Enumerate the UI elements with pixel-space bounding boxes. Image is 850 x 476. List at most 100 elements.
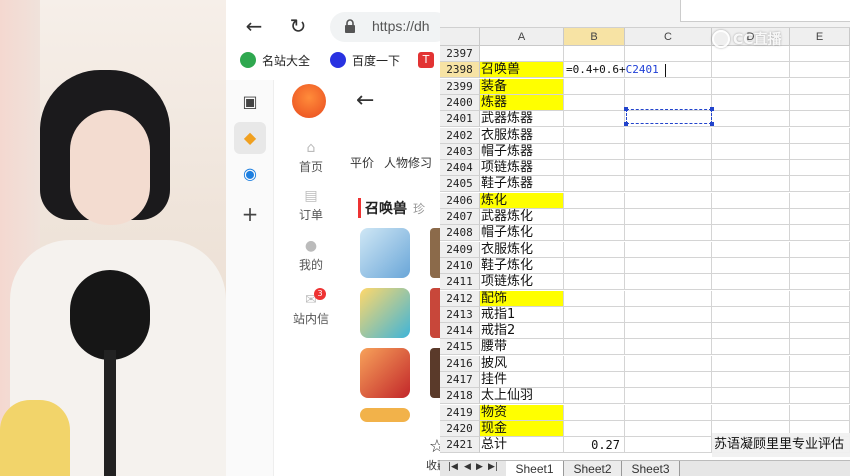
cell-e[interactable] xyxy=(790,62,850,78)
cell-e[interactable] xyxy=(790,372,850,388)
row-header[interactable]: 2398 xyxy=(440,62,480,78)
section-more[interactable]: 珍 xyxy=(413,202,425,216)
cell-d[interactable] xyxy=(712,62,790,78)
column-header-c[interactable]: C xyxy=(625,28,712,46)
cell-d[interactable] xyxy=(712,209,790,225)
cell-a[interactable]: 戒指1 xyxy=(480,307,564,323)
cell-d[interactable] xyxy=(712,95,790,111)
cell-d[interactable] xyxy=(712,160,790,176)
cell-c[interactable] xyxy=(625,274,712,290)
pet-thumbnail-partial[interactable] xyxy=(430,348,440,398)
cell-a[interactable]: 鞋子炼器 xyxy=(480,176,564,192)
cell-a[interactable]: 现金 xyxy=(480,421,564,437)
cell-d[interactable] xyxy=(712,193,790,209)
cell-d[interactable] xyxy=(712,144,790,160)
cell-c[interactable] xyxy=(625,225,712,241)
row-header[interactable]: 2413 xyxy=(440,307,480,323)
selection-handle[interactable] xyxy=(624,122,628,126)
cell-d[interactable] xyxy=(712,225,790,241)
cell-b[interactable] xyxy=(564,372,625,388)
cell-e[interactable] xyxy=(790,242,850,258)
cell-b[interactable] xyxy=(564,79,625,95)
cell-b[interactable] xyxy=(564,176,625,192)
cell-b[interactable] xyxy=(564,160,625,176)
row-header[interactable]: 2405 xyxy=(440,176,480,192)
pet-thumbnail[interactable] xyxy=(360,408,410,422)
cell-e[interactable] xyxy=(790,274,850,290)
cell-d[interactable] xyxy=(712,405,790,421)
column-header-b[interactable]: B xyxy=(564,28,625,46)
row-header[interactable]: 2409 xyxy=(440,242,480,258)
cell-e[interactable] xyxy=(790,144,850,160)
cell-a[interactable]: 帽子炼器 xyxy=(480,144,564,160)
cell-d[interactable] xyxy=(712,372,790,388)
bookmark-site-directory[interactable]: 名站大全 xyxy=(240,50,310,70)
cell-d[interactable] xyxy=(712,128,790,144)
pet-thumbnail[interactable] xyxy=(360,228,410,278)
bookmark-baidu[interactable]: 百度一下 xyxy=(330,50,400,70)
cell-c[interactable] xyxy=(625,46,712,62)
cell-c[interactable] xyxy=(625,388,712,404)
last-sheet-icon[interactable]: ▶| xyxy=(488,462,498,472)
add-icon[interactable]: + xyxy=(240,204,260,224)
cell-c[interactable] xyxy=(625,160,712,176)
cell-b[interactable] xyxy=(564,111,625,127)
url-bar[interactable]: https://dh xyxy=(330,12,440,42)
cell-d[interactable] xyxy=(712,258,790,274)
cell-e[interactable] xyxy=(790,291,850,307)
cell-a[interactable]: 戒指2 xyxy=(480,323,564,339)
cell-d[interactable] xyxy=(712,356,790,372)
cell-d[interactable] xyxy=(712,339,790,355)
cell-e[interactable] xyxy=(790,95,850,111)
column-header-a[interactable]: A xyxy=(480,28,564,46)
row-header[interactable]: 2399 xyxy=(440,79,480,95)
cell-a[interactable]: 项链炼器 xyxy=(480,160,564,176)
cell-c[interactable] xyxy=(625,242,712,258)
cell-a[interactable]: 披风 xyxy=(480,356,564,372)
cell-e[interactable] xyxy=(790,46,850,62)
cell-d[interactable] xyxy=(712,291,790,307)
cell-a[interactable]: 装备 xyxy=(480,79,564,95)
nav-orders[interactable]: ▤ 订单 xyxy=(274,188,348,223)
cell-e[interactable] xyxy=(790,323,850,339)
cell-d[interactable] xyxy=(712,79,790,95)
cell-e[interactable] xyxy=(790,128,850,144)
row-header[interactable]: 2416 xyxy=(440,356,480,372)
cell-c[interactable] xyxy=(625,421,712,437)
cell-b[interactable] xyxy=(564,242,625,258)
edge-browser-icon[interactable]: ◉ xyxy=(240,164,260,184)
column-header-e[interactable]: E xyxy=(790,28,850,46)
cell-b[interactable] xyxy=(564,46,625,62)
tab-parity[interactable]: 平价 xyxy=(350,156,374,170)
pet-thumbnail-partial[interactable] xyxy=(430,228,440,278)
cell-c[interactable] xyxy=(625,323,712,339)
cell-b[interactable] xyxy=(564,193,625,209)
cell-b[interactable] xyxy=(564,225,625,241)
row-header[interactable]: 2406 xyxy=(440,193,480,209)
cell-e[interactable] xyxy=(790,388,850,404)
sheet-tab-1[interactable]: Sheet1 xyxy=(506,461,564,476)
cell-e[interactable] xyxy=(790,79,850,95)
sheet-tab-2[interactable]: Sheet2 xyxy=(564,461,622,476)
cell-a[interactable]: 召唤兽 xyxy=(480,62,564,78)
row-header[interactable]: 2404 xyxy=(440,160,480,176)
cell-b[interactable] xyxy=(564,339,625,355)
prev-sheet-icon[interactable]: ◀ xyxy=(464,462,471,472)
cell-c[interactable] xyxy=(625,258,712,274)
cell-c[interactable] xyxy=(625,62,712,78)
cell-d[interactable] xyxy=(712,388,790,404)
cell-a[interactable]: 挂件 xyxy=(480,372,564,388)
cell-c[interactable] xyxy=(625,128,712,144)
cell-c[interactable] xyxy=(625,437,712,453)
cell-d[interactable] xyxy=(712,242,790,258)
cell-e[interactable] xyxy=(790,111,850,127)
cell-b[interactable] xyxy=(564,323,625,339)
bookmark-toutiao[interactable]: T xyxy=(418,50,440,70)
cell-b[interactable] xyxy=(564,209,625,225)
cell-e[interactable] xyxy=(790,176,850,192)
nav-home[interactable]: ⌂ 首页 xyxy=(274,140,348,175)
cell-c[interactable] xyxy=(625,209,712,225)
cell-a[interactable] xyxy=(480,46,564,62)
cell-d[interactable] xyxy=(712,111,790,127)
row-header[interactable]: 2407 xyxy=(440,209,480,225)
